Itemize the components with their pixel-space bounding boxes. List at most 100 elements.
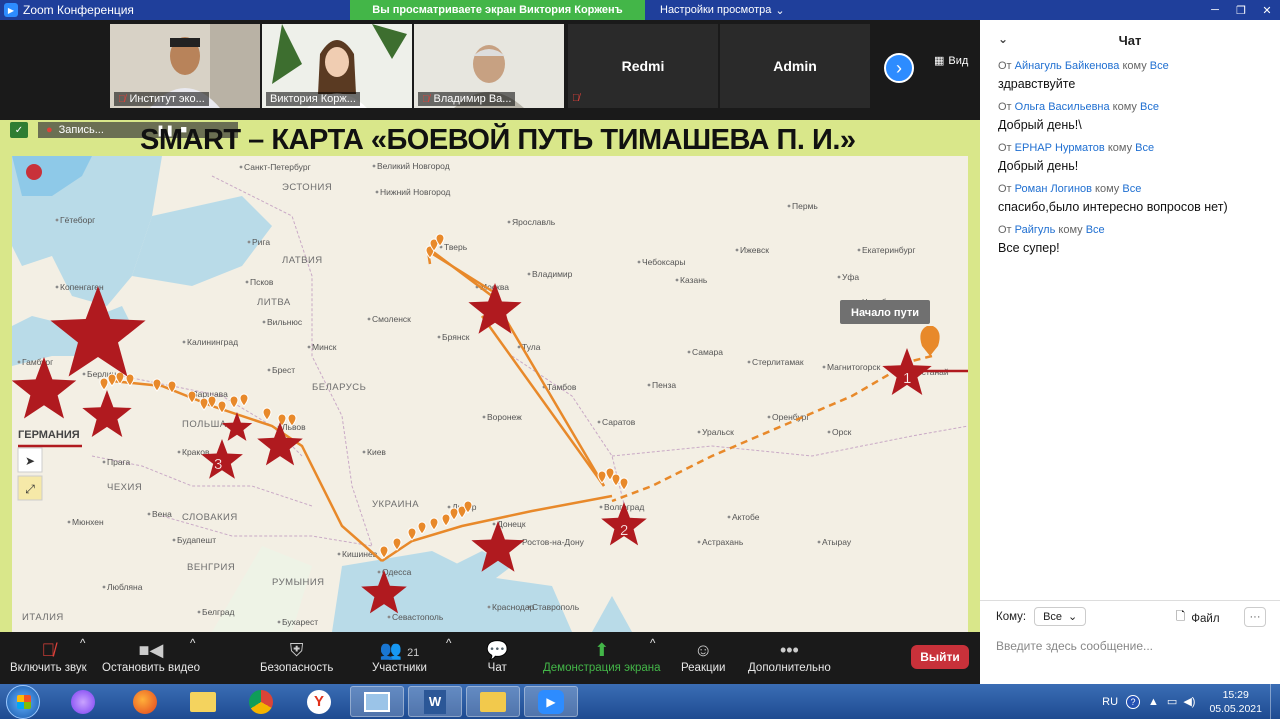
audio-options-caret[interactable]: ^ <box>80 638 85 650</box>
start-label: Начало пути <box>851 307 919 319</box>
minimize-button[interactable]: ─ <box>1202 0 1228 20</box>
participant-tile[interactable]: Admin <box>720 24 870 108</box>
chat-title: Чат <box>1118 32 1142 48</box>
shield-icon: ⛨ <box>289 640 304 660</box>
reactions-icon: ☺ <box>694 640 713 660</box>
volume-icon[interactable]: ◀) <box>1183 695 1195 708</box>
sender-name[interactable]: Роман Логинов <box>1015 183 1092 195</box>
map-label: Великий Новгород <box>377 161 450 171</box>
participants-button[interactable]: 👥 21 Участники <box>372 638 427 674</box>
share-options-caret[interactable]: ^ <box>650 638 655 650</box>
stop-video-button[interactable]: ■◀ Остановить видео <box>102 638 200 674</box>
more-button[interactable]: ••• Дополнительно <box>748 638 831 674</box>
chat-button[interactable]: 💬 Чат <box>486 638 508 674</box>
recipient-name: Все <box>1149 60 1169 72</box>
video-options-caret[interactable]: ^ <box>190 638 195 650</box>
recipient-name: Все <box>1135 142 1155 154</box>
view-toggle-button[interactable]: ▦ Вид <box>934 54 968 68</box>
map-label: Пермь <box>792 201 818 211</box>
taskbar-app-explorer[interactable] <box>466 686 520 717</box>
view-options-menu[interactable]: Настройки просмотра ⌄ <box>660 0 785 20</box>
city-dot <box>447 505 451 509</box>
sender-name[interactable]: ЕРНАР Нурматов <box>1015 142 1105 154</box>
taskbar-app-word[interactable]: W <box>408 686 462 717</box>
participant-name: Admin <box>773 58 817 74</box>
chat-message-meta: От Райгуль кому Все <box>998 224 1262 236</box>
city-dot <box>837 275 841 279</box>
city-dot <box>787 204 791 208</box>
star-number: 1 <box>903 370 911 387</box>
city-dot <box>727 515 731 519</box>
security-button[interactable]: ⛨ Безопасность <box>260 638 333 674</box>
participant-tile[interactable]: 🎙̸ Владимир Ва... <box>414 24 564 108</box>
from-prefix: От <box>998 142 1012 154</box>
city-dot <box>372 164 376 168</box>
taskbar-app-yandex[interactable]: Y <box>292 686 346 717</box>
start-button[interactable] <box>6 685 40 719</box>
map-label: СЛОВАКИЯ <box>182 512 238 523</box>
map-label: Уральск <box>702 427 734 437</box>
city-dot <box>437 335 441 339</box>
chat-message: От Ольга Васильевна кому Все Добрый день!… <box>980 101 1280 134</box>
participant-tile[interactable]: Виктория Корж... <box>262 24 412 108</box>
chevron-down-icon[interactable]: ⌄ <box>998 32 1008 46</box>
star-number: 2 <box>620 522 628 539</box>
unmute-button[interactable]: 🎙̸ Включить звук <box>10 638 87 674</box>
map-label: Одесса <box>382 567 412 577</box>
windows-taskbar: Y W ▶ RU ? ▲ ▭ ◀) 15:29 05.05.2021 <box>0 684 1280 719</box>
city-dot <box>857 248 861 252</box>
recipient-select[interactable]: Все ⌄ <box>1034 607 1087 626</box>
participants-options-caret[interactable]: ^ <box>446 638 451 650</box>
reactions-button[interactable]: ☺ Реакции <box>681 638 725 674</box>
record-dot-icon: ● <box>46 124 53 136</box>
network-icon[interactable]: ▭ <box>1167 695 1177 708</box>
sender-name[interactable]: Райгуль <box>1015 224 1056 236</box>
map-label: Мюнхен <box>72 517 104 527</box>
to-label: Кому: <box>996 610 1027 623</box>
map-label: Ижевск <box>740 245 769 255</box>
sender-name[interactable]: Ольга Васильевна <box>1015 101 1110 113</box>
city-dot <box>492 522 496 526</box>
close-button[interactable]: ✕ <box>1254 0 1280 20</box>
share-screen-button[interactable]: ⬆ Демонстрация экрана <box>543 638 661 674</box>
taskbar-app-firefox[interactable] <box>118 686 172 717</box>
taskbar-app-chrome[interactable] <box>234 686 288 717</box>
map-label: Смоленск <box>372 314 411 324</box>
city-dot <box>55 285 59 289</box>
taskbar-app-presentation[interactable] <box>350 686 404 717</box>
city-dot <box>367 317 371 321</box>
next-page-button[interactable]: › <box>884 53 914 83</box>
maximize-button[interactable]: ❐ <box>1228 0 1254 20</box>
participant-tile[interactable]: Redmi 🎙̸ <box>568 24 718 108</box>
chat-message-input[interactable] <box>996 635 1266 657</box>
map-label: Ростов-на-Дону <box>522 537 585 547</box>
help-icon[interactable]: ? <box>1126 694 1141 709</box>
participant-tile[interactable]: 🎙̸ Институт эко... <box>110 24 260 108</box>
leave-button[interactable]: Выйти <box>911 645 969 669</box>
sender-name[interactable]: Айнагуль Байкенова <box>1015 60 1120 72</box>
taskbar-app-assistant[interactable] <box>56 686 110 717</box>
more-label: Дополнительно <box>748 662 831 674</box>
participants-label: Участники <box>372 662 427 674</box>
map-label: Оренбург <box>772 412 809 422</box>
city-dot <box>647 383 651 387</box>
share-screen-label: Демонстрация экрана <box>543 662 661 674</box>
map-label: Стерлитамак <box>752 357 804 367</box>
taskbar-app-mail[interactable] <box>176 686 230 717</box>
camera-icon: ■◀ <box>138 640 164 660</box>
file-button[interactable]: 🗋 Файл <box>1176 609 1220 628</box>
tray-expand-icon[interactable]: ▲ <box>1148 696 1159 708</box>
firefox-icon <box>133 689 157 714</box>
clock[interactable]: 15:29 05.05.2021 <box>1209 688 1262 716</box>
city-dot <box>482 415 486 419</box>
taskbar-app-zoom[interactable]: ▶ <box>524 686 578 717</box>
recipient-value: Все <box>1043 610 1063 623</box>
map-label: Вильнюс <box>267 317 303 327</box>
show-desktop-button[interactable] <box>1270 684 1280 719</box>
language-indicator[interactable]: RU <box>1102 696 1118 708</box>
map-label: Брест <box>272 365 295 375</box>
mic-muted-icon: 🎙̸ <box>41 640 56 660</box>
chat-bubble-icon: 💬 <box>486 640 509 660</box>
participant-name-bar: 🎙̸ Владимир Ва... <box>418 92 516 106</box>
chat-more-button[interactable]: ··· <box>1244 607 1266 627</box>
